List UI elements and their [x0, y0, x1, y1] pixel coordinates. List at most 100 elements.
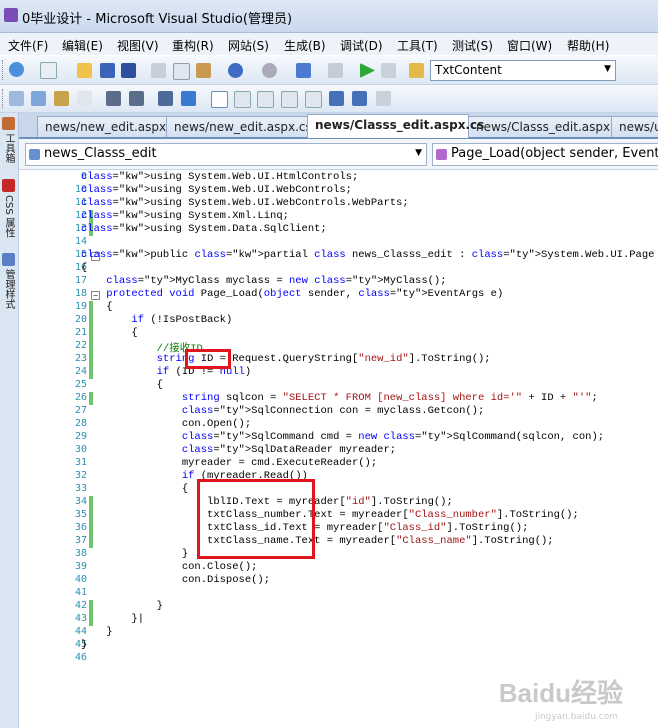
open-file-icon[interactable]: [77, 63, 92, 78]
code-line[interactable]: txtClass_name.Text = myreader["Class_nam…: [81, 535, 554, 547]
code-line[interactable]: class="kw">using System.Web.UI.WebContro…: [81, 197, 409, 209]
code-line[interactable]: }: [81, 548, 188, 560]
new-project-icon[interactable]: [9, 62, 24, 77]
tab-label: news/Classs_edit.aspx: [476, 120, 611, 134]
side-toolbox-rail: 工具箱 CSS 属性 管理样式: [0, 113, 19, 728]
code-line[interactable]: {: [81, 327, 137, 339]
code-line[interactable]: {: [81, 483, 188, 495]
window-title: 0毕业设计 - Microsoft Visual Studio(管理员): [22, 12, 293, 27]
toolbox-tab[interactable]: 工具箱: [1, 133, 16, 173]
code-line[interactable]: myreader = cmd.ExecuteReader();: [81, 457, 377, 469]
line-number: 14: [74, 236, 87, 247]
paste-icon[interactable]: [196, 63, 211, 78]
menu-window[interactable]: 窗口(W): [507, 37, 552, 54]
class-combo[interactable]: news_Classs_edit ▼: [25, 143, 427, 166]
find-combo[interactable]: TxtContent ▼: [430, 60, 616, 81]
add-item-icon[interactable]: [40, 62, 57, 79]
menu-build[interactable]: 生成(B): [284, 37, 326, 54]
css-properties-icon[interactable]: [2, 179, 15, 192]
navigate-backward-icon[interactable]: [296, 63, 311, 78]
code-line[interactable]: {: [81, 301, 112, 313]
start-debugging-icon[interactable]: [360, 63, 375, 78]
save-icon[interactable]: [100, 63, 115, 78]
previous-bookmark-folder-icon[interactable]: [281, 91, 298, 108]
manage-styles-tab[interactable]: 管理样式: [1, 269, 16, 321]
code-line[interactable]: class="kw">using System.Web.UI.HtmlContr…: [81, 171, 358, 183]
code-line[interactable]: con.Dispose();: [81, 574, 270, 586]
tab-classs-edit-aspx-cs[interactable]: news/Classs_edit.aspx.cs: [307, 114, 484, 138]
menu-file[interactable]: 文件(F): [8, 37, 48, 54]
chevron-down-icon[interactable]: ▼: [415, 148, 422, 158]
code-line[interactable]: }: [81, 600, 163, 612]
clear-bookmarks-icon[interactable]: [376, 91, 391, 106]
code-line[interactable]: con.Close();: [81, 561, 258, 573]
code-line[interactable]: class="kw">public class="kw">partial cla…: [81, 249, 654, 261]
quick-info-icon[interactable]: [77, 91, 92, 106]
menu-view[interactable]: 视图(V): [117, 37, 159, 54]
tab-new-edit-aspx[interactable]: news/new_edit.aspx: [37, 116, 167, 137]
member-combo[interactable]: Page_Load(object sender, EventArgs: [432, 143, 658, 166]
attach-process-icon[interactable]: [381, 63, 396, 78]
previous-bookmark-document-icon[interactable]: [329, 91, 344, 106]
code-line[interactable]: class="ty">MyClass myclass = new class="…: [81, 275, 446, 287]
tab-label: news/u: [619, 120, 658, 134]
redo-icon[interactable]: [262, 63, 277, 78]
parameter-info-icon[interactable]: [54, 91, 69, 106]
next-bookmark-icon[interactable]: [257, 91, 274, 108]
menu-tools[interactable]: 工具(T): [397, 37, 438, 54]
cut-icon[interactable]: [151, 63, 166, 78]
code-line[interactable]: protected void Page_Load(object sender, …: [81, 288, 503, 300]
code-line[interactable]: class="kw">using System.Xml.Linq;: [81, 210, 289, 222]
code-line[interactable]: class="ty">SqlDataReader myreader;: [81, 444, 396, 456]
toolbar-grip[interactable]: [2, 89, 6, 109]
next-bookmark-folder-icon[interactable]: [305, 91, 322, 108]
find-in-files-icon[interactable]: [409, 63, 424, 78]
menu-website[interactable]: 网站(S): [228, 37, 269, 54]
code-line[interactable]: string ID = Request.QueryString["new_id"…: [81, 353, 491, 365]
tab-classs-edit-aspx[interactable]: news/Classs_edit.aspx: [468, 116, 612, 137]
code-line[interactable]: }: [81, 639, 87, 651]
code-line[interactable]: }|: [81, 613, 144, 625]
increase-indent-icon[interactable]: [129, 91, 144, 106]
code-line[interactable]: class="ty">SqlConnection con = myclass.G…: [81, 405, 484, 417]
class-icon: [29, 149, 40, 160]
tab-label: news/new_edit.aspx.cs: [174, 120, 312, 134]
code-line[interactable]: if (!IsPostBack): [81, 314, 232, 326]
menu-test[interactable]: 测试(S): [452, 37, 493, 54]
manage-styles-icon[interactable]: [2, 253, 15, 266]
code-line[interactable]: {: [81, 262, 87, 274]
code-line[interactable]: string sqlcon = "SELECT * FROM [new_clas…: [81, 392, 598, 404]
code-line[interactable]: {: [81, 379, 163, 391]
comment-out-icon[interactable]: [158, 91, 173, 106]
properties-icon[interactable]: [9, 91, 24, 106]
members-icon[interactable]: [31, 91, 46, 106]
tab-new-edit-aspx-cs[interactable]: news/new_edit.aspx.cs: [166, 116, 312, 137]
code-line[interactable]: con.Open();: [81, 418, 251, 430]
menu-debug[interactable]: 调试(D): [340, 37, 383, 54]
code-line[interactable]: }: [81, 626, 112, 638]
toolbar-grip[interactable]: [2, 60, 6, 80]
toolbox-icon[interactable]: [2, 117, 15, 130]
code-line[interactable]: class="kw">using System.Data.SqlClient;: [81, 223, 327, 235]
navigate-forward-icon[interactable]: [328, 63, 343, 78]
menu-edit[interactable]: 编辑(E): [62, 37, 103, 54]
code-line[interactable]: class="kw">using System.Web.UI.WebContro…: [81, 184, 352, 196]
code-editor[interactable]: 9 class="kw">using System.Web.UI.HtmlCont…: [19, 170, 658, 728]
code-line[interactable]: class="ty">SqlCommand cmd = new class="t…: [81, 431, 604, 443]
toggle-bookmark-icon[interactable]: [211, 91, 228, 108]
next-bookmark-document-icon[interactable]: [352, 91, 367, 106]
save-all-icon[interactable]: [121, 63, 136, 78]
menu-help[interactable]: 帮助(H): [567, 37, 609, 54]
decrease-indent-icon[interactable]: [106, 91, 121, 106]
undo-icon[interactable]: [228, 63, 243, 78]
previous-bookmark-icon[interactable]: [234, 91, 251, 108]
uncomment-icon[interactable]: [181, 91, 196, 106]
baidu-watermark: Baidu经验: [498, 678, 623, 708]
tab-truncated[interactable]: news/u: [611, 116, 658, 137]
menu-bar: 文件(F) 编辑(E) 视图(V) 重构(R) 网站(S) 生成(B) 调试(D…: [0, 33, 658, 55]
menu-refactor[interactable]: 重构(R): [172, 37, 214, 54]
chevron-down-icon[interactable]: ▼: [604, 64, 611, 74]
code-line[interactable]: txtClass_number.Text = myreader["Class_n…: [81, 509, 579, 521]
css-properties-tab[interactable]: CSS 属性: [1, 195, 16, 247]
copy-icon[interactable]: [173, 63, 190, 80]
